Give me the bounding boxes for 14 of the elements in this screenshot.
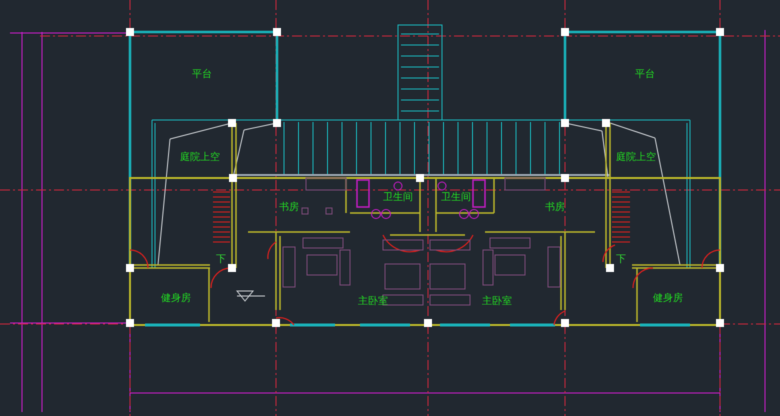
- room-label: 主卧室: [358, 296, 388, 307]
- room-label: 平台: [635, 69, 655, 80]
- room-label: 庭院上空: [180, 152, 220, 163]
- stair-direction-label: 下: [616, 254, 626, 265]
- room-label: 健身房: [161, 293, 191, 304]
- room-label: 主卧室: [482, 296, 512, 307]
- stair-direction-label: 下: [216, 254, 226, 265]
- room-label: 庭院上空: [616, 152, 656, 163]
- room-label: 书房: [279, 202, 299, 213]
- room-label: 卫生间: [441, 192, 471, 203]
- room-label: 卫生间: [383, 192, 413, 203]
- room-label: 平台: [192, 69, 212, 80]
- room-label: 书房: [545, 202, 565, 213]
- room-label: 健身房: [653, 293, 683, 304]
